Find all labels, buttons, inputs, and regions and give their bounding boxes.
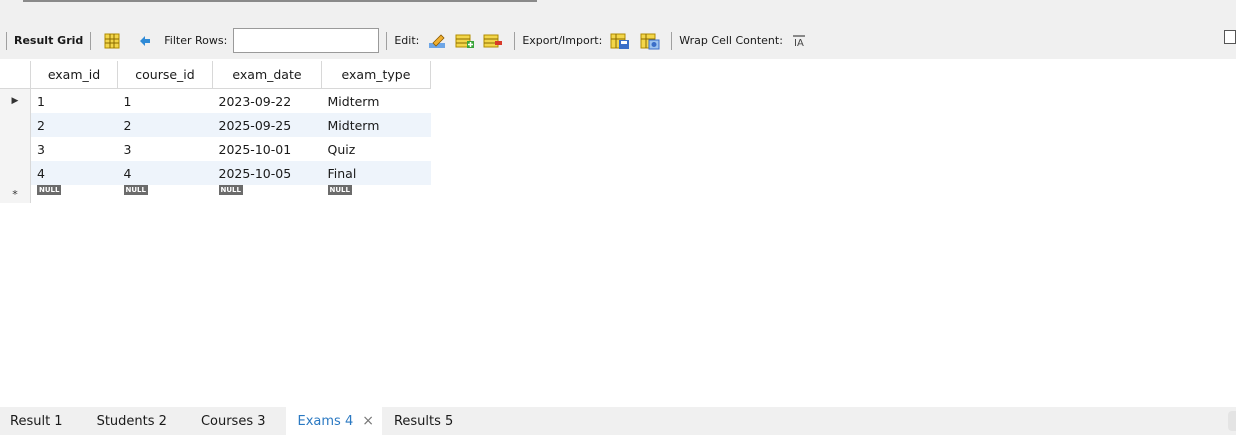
tabs-scroll-handle[interactable] (1228, 411, 1236, 431)
export-import-label: Export/Import: (522, 34, 603, 47)
tab-label: Result 1 (10, 413, 63, 429)
result-grid-button[interactable]: Result Grid (14, 34, 83, 47)
row-gutter[interactable] (0, 113, 31, 137)
table-row[interactable]: ▶ 1 1 2023-09-22 Midterm (0, 88, 431, 114)
row-gutter[interactable] (0, 137, 31, 161)
cell-exam-id[interactable]: 1 (31, 89, 118, 114)
result-tabs-bar: Result 1 Students 2 Courses 3 Exams 4 × R… (0, 407, 1236, 435)
tab-exams-4[interactable]: Exams 4 × (285, 407, 382, 435)
toolbar-separator (386, 31, 388, 50)
cell-exam-type[interactable]: Midterm (321, 113, 431, 137)
delete-row-icon[interactable] (483, 31, 503, 51)
tab-label: Results 5 (393, 413, 454, 429)
panel-toggle-checkbox[interactable] (1224, 30, 1236, 44)
cell-course-id[interactable]: 1 (118, 89, 213, 114)
cell-course-id[interactable]: 2 (117, 113, 213, 137)
null-badge: NULL (37, 185, 62, 195)
close-icon[interactable]: × (362, 413, 374, 429)
grid-view-icon[interactable] (102, 31, 122, 51)
toolbar-separator (671, 31, 673, 50)
null-badge: NULL (218, 185, 243, 195)
cell-null[interactable]: NULL (118, 185, 213, 203)
cell-exam-id[interactable]: 3 (31, 137, 118, 161)
cell-null[interactable]: NULL (213, 185, 322, 203)
result-grid: exam_id course_id exam_date exam_type ▶ … (0, 61, 431, 203)
column-header[interactable]: exam_id (30, 61, 118, 89)
toolbar-separator (514, 31, 516, 50)
cell-exam-type[interactable]: Midterm (322, 89, 431, 114)
cell-null[interactable]: NULL (322, 185, 431, 203)
current-row-indicator-icon: ▶ (0, 88, 31, 113)
tab-label: Students 2 (96, 413, 167, 429)
svg-text:IA: IA (794, 38, 804, 48)
tab-students-2[interactable]: Students 2 (85, 407, 189, 435)
panel-splitter[interactable] (23, 0, 537, 2)
cell-exam-id[interactable]: 2 (30, 113, 118, 137)
null-badge: NULL (327, 185, 352, 195)
cell-exam-date[interactable]: 2023-09-22 (213, 89, 322, 114)
filter-rows-input[interactable] (233, 28, 380, 53)
cell-exam-type[interactable]: Final (321, 161, 431, 185)
edit-pencil-icon[interactable] (427, 31, 447, 51)
add-row-icon[interactable] (455, 31, 475, 51)
top-panel (0, 0, 1236, 22)
cell-course-id[interactable]: 3 (118, 137, 213, 161)
cell-exam-type[interactable]: Quiz (322, 137, 431, 161)
table-row[interactable]: 2 2 2025-09-25 Midterm (0, 113, 431, 137)
wrap-text-icon[interactable]: IA (789, 31, 809, 51)
table-row[interactable]: 3 3 2025-10-01 Quiz (0, 137, 431, 161)
result-toolbar: Result Grid Filter Rows: Edit: Export/Im… (0, 22, 1236, 59)
new-row[interactable]: * NULL NULL NULL NULL (0, 185, 431, 203)
cell-null[interactable]: NULL (31, 185, 118, 203)
column-header[interactable]: course_id (117, 61, 213, 89)
cell-exam-date[interactable]: 2025-10-05 (212, 161, 322, 185)
refresh-icon[interactable] (136, 31, 156, 51)
tab-courses-3[interactable]: Courses 3 (189, 407, 286, 435)
import-icon[interactable] (640, 31, 660, 51)
tab-results-5[interactable]: Results 5 (382, 407, 465, 435)
toolbar-separator (90, 31, 92, 50)
wrap-cell-content-label: Wrap Cell Content: (679, 34, 783, 47)
edit-label: Edit: (394, 34, 420, 47)
grid-header-row: exam_id course_id exam_date exam_type (0, 61, 431, 89)
tab-label: Courses 3 (200, 413, 266, 429)
export-icon[interactable] (610, 31, 630, 51)
toolbar-separator (6, 31, 7, 50)
cell-exam-date[interactable]: 2025-09-25 (212, 113, 322, 137)
row-header-corner (0, 61, 31, 89)
tab-result-1[interactable]: Result 1 (0, 407, 85, 435)
cell-course-id[interactable]: 4 (117, 161, 213, 185)
cell-exam-date[interactable]: 2025-10-01 (213, 137, 322, 161)
cell-exam-id[interactable]: 4 (30, 161, 118, 185)
row-gutter[interactable] (0, 161, 31, 185)
null-badge: NULL (123, 185, 148, 195)
column-header[interactable]: exam_date (212, 61, 322, 89)
table-row[interactable]: 4 4 2025-10-05 Final (0, 161, 431, 185)
tab-label: Exams 4 (297, 413, 354, 429)
column-header[interactable]: exam_type (321, 61, 431, 89)
new-row-asterisk-icon: * (0, 185, 31, 203)
filter-rows-label: Filter Rows: (164, 34, 228, 47)
